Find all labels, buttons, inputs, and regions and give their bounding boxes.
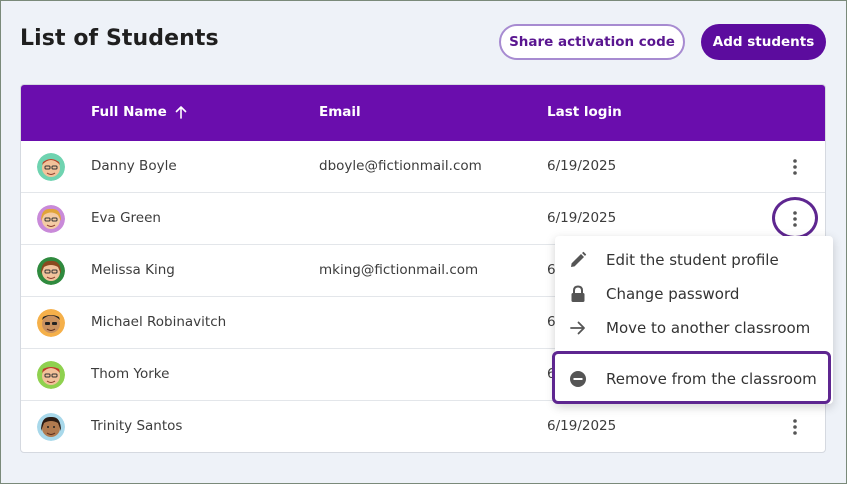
student-name: Melissa King — [91, 262, 175, 278]
student-name: Eva Green — [91, 210, 161, 226]
sort-arrow-up-icon — [175, 105, 187, 119]
menu-item-edit-profile[interactable]: Edit the student profile — [555, 243, 833, 277]
menu-item-move-classroom[interactable]: Move to another classroom — [555, 311, 833, 345]
student-last-login: 6/19/2025 — [547, 210, 617, 226]
avatar — [37, 257, 65, 285]
share-activation-code-button[interactable]: Share activation code — [499, 24, 685, 60]
avatar — [37, 153, 65, 181]
menu-item-remove-from-classroom[interactable]: Remove from the classroom — [555, 362, 833, 396]
lock-icon — [569, 285, 587, 303]
avatar — [37, 361, 65, 389]
arrow-right-icon — [569, 319, 587, 337]
student-email: mking@fictionmail.com — [319, 262, 479, 278]
menu-item-label: Move to another classroom — [606, 319, 811, 337]
menu-item-label: Remove from the classroom — [606, 370, 817, 388]
column-header-last-login[interactable]: Last login — [547, 104, 622, 120]
column-header-full-name[interactable]: Full Name — [91, 104, 187, 120]
more-options-icon[interactable] — [785, 209, 805, 229]
page-title: List of Students — [20, 26, 219, 51]
menu-item-label: Change password — [606, 285, 740, 303]
table-header: Full Name Email Last login — [21, 85, 825, 141]
table-row[interactable]: Trinity Santos 6/19/2025 — [21, 401, 825, 452]
student-last-login: 6/19/2025 — [547, 418, 617, 434]
student-email: dboyle@fictionmail.com — [319, 158, 482, 174]
avatar — [37, 413, 65, 441]
minus-circle-icon — [569, 370, 587, 388]
pencil-icon — [569, 251, 587, 269]
avatar — [37, 309, 65, 337]
more-options-icon[interactable] — [785, 417, 805, 437]
row-actions-menu: Edit the student profile Change password… — [555, 236, 833, 404]
student-name: Danny Boyle — [91, 158, 177, 174]
column-header-email[interactable]: Email — [319, 104, 361, 120]
menu-item-change-password[interactable]: Change password — [555, 277, 833, 311]
student-name: Thom Yorke — [91, 366, 170, 382]
student-name: Michael Robinavitch — [91, 314, 227, 330]
menu-item-label: Edit the student profile — [606, 251, 779, 269]
column-header-label: Full Name — [91, 104, 167, 120]
add-students-button[interactable]: Add students — [701, 24, 826, 60]
more-options-icon[interactable] — [785, 157, 805, 177]
avatar — [37, 205, 65, 233]
student-name: Trinity Santos — [91, 418, 183, 434]
table-row[interactable]: Danny Boyle dboyle@fictionmail.com 6/19/… — [21, 141, 825, 193]
student-last-login: 6/19/2025 — [547, 158, 617, 174]
